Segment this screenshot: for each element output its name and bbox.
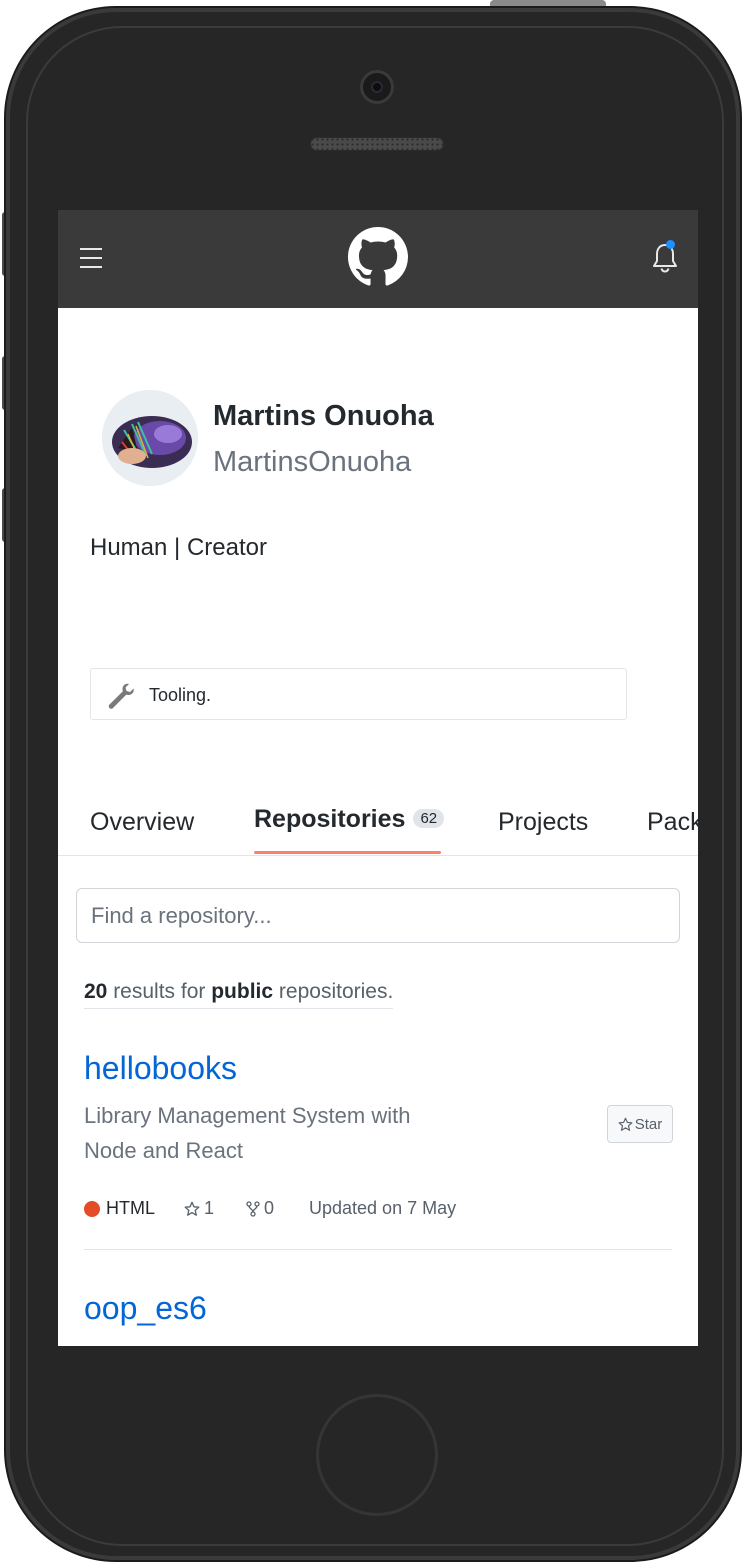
repositories-counter: 62 xyxy=(413,809,445,828)
tab-packages[interactable]: Pack xyxy=(647,808,698,837)
wrench-icon xyxy=(108,683,134,709)
repository-search-input[interactable] xyxy=(76,888,680,943)
repo-meta: HTML 1 0 Updated on 7 May xyxy=(84,1198,504,1222)
hamburger-icon[interactable] xyxy=(80,248,102,268)
repo-language: HTML xyxy=(106,1198,155,1218)
repo-updated: Updated on 7 May xyxy=(309,1198,457,1218)
screen: Martins Onuoha MartinsOnuoha Human | Cre… xyxy=(58,210,698,1346)
tab-overview-label: Overview xyxy=(90,808,195,836)
earpiece-speaker xyxy=(310,137,444,151)
user-status[interactable]: Tooling. xyxy=(90,668,627,720)
repo-stars-count: 1 xyxy=(204,1198,215,1218)
tab-repositories-label: Repositories xyxy=(254,805,406,833)
tab-packages-label: Pack xyxy=(647,808,698,836)
language-color-dot xyxy=(84,1201,100,1217)
tab-projects-label: Projects xyxy=(498,808,589,836)
app-header xyxy=(58,210,698,308)
status-text: Tooling. xyxy=(149,685,212,705)
star-icon xyxy=(184,1201,200,1216)
fork-icon xyxy=(246,1200,260,1217)
star-icon xyxy=(618,1117,633,1131)
profile-name: Martins Onuoha xyxy=(213,400,434,432)
results-text-mid: results for xyxy=(107,980,212,1003)
repo-name-link[interactable]: hellobooks xyxy=(84,1050,237,1087)
profile-username: MartinsOnuoha xyxy=(213,446,412,478)
profile-tabs: Overview Repositories 62 Projects Pack xyxy=(58,790,698,856)
home-button[interactable] xyxy=(316,1394,438,1516)
front-camera xyxy=(360,70,394,104)
repo-divider xyxy=(84,1249,672,1250)
star-button[interactable]: Star xyxy=(607,1105,673,1143)
repo-name-link[interactable]: oop_es6 xyxy=(84,1290,207,1327)
results-count: 20 xyxy=(84,980,108,1003)
tab-overview[interactable]: Overview xyxy=(90,808,194,837)
star-button-label: Star xyxy=(634,1115,663,1133)
results-type: public xyxy=(211,980,274,1003)
repo-description: Library Management System with Node and … xyxy=(84,1103,411,1163)
selected-tab-indicator xyxy=(254,851,441,854)
tab-projects[interactable]: Projects xyxy=(498,808,588,837)
profile-bio: Human | Creator xyxy=(90,534,267,561)
repo-forks-count: 0 xyxy=(264,1198,275,1218)
results-text-end: repositories. xyxy=(273,980,394,1003)
tab-repositories[interactable]: Repositories 62 xyxy=(254,805,445,834)
github-logo-icon[interactable] xyxy=(348,227,408,287)
repo-forks[interactable]: 0 xyxy=(246,1198,274,1219)
repo-stars[interactable]: 1 xyxy=(184,1198,214,1219)
bell-icon[interactable] xyxy=(651,242,679,274)
avatar[interactable] xyxy=(102,390,198,486)
notification-indicator xyxy=(666,240,675,249)
results-summary: 20 results for public repositories. xyxy=(84,980,394,1009)
